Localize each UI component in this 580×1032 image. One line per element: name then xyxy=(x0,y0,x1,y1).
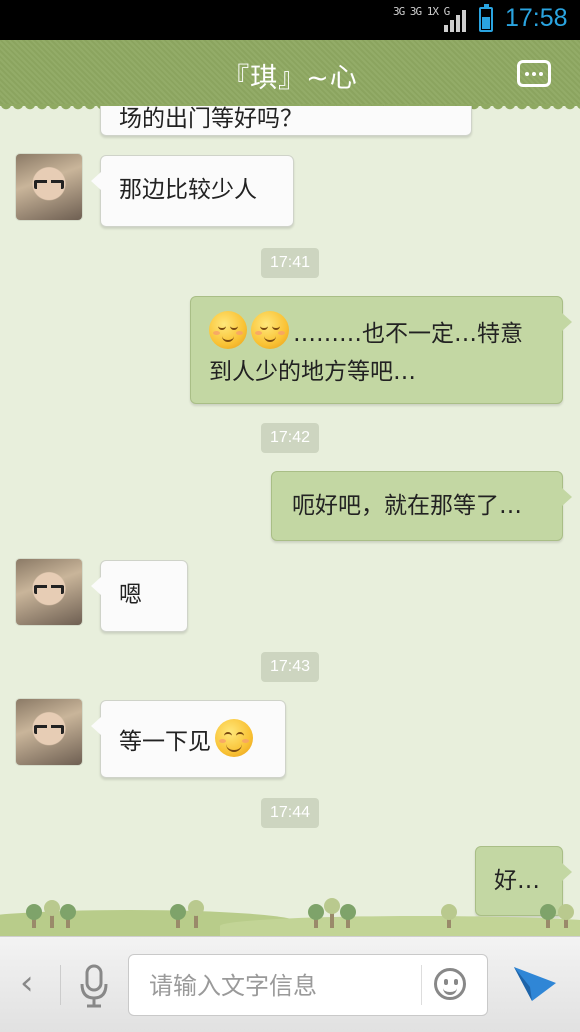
background-scenery xyxy=(0,890,580,936)
relieved-emoji xyxy=(209,311,247,349)
status-bar: 3G 3G 1X G 17:58 xyxy=(0,0,580,40)
divider xyxy=(421,965,422,1005)
divider xyxy=(60,965,61,1005)
message-text: 等一下见 xyxy=(119,729,211,755)
battery-icon xyxy=(479,4,493,32)
incoming-message-bubble[interactable]: 那边比较少人 xyxy=(91,155,294,227)
timestamp: 17:44 xyxy=(261,798,319,828)
message-text: 呃好吧，就在那等了… xyxy=(292,493,522,519)
outgoing-message-bubble[interactable]: 呃好吧，就在那等了… xyxy=(271,471,572,541)
chat-area[interactable]: 场的出门等好吗？ 那边比较少人 17:41 ………也不一定…特意 到人少的地方等… xyxy=(0,106,580,936)
microphone-icon[interactable] xyxy=(79,964,109,1008)
contact-avatar[interactable] xyxy=(16,699,82,765)
smiley-icon[interactable] xyxy=(434,968,466,1000)
send-arrow-icon[interactable] xyxy=(512,963,558,1005)
contact-name: 『琪』~心 xyxy=(222,63,358,94)
outgoing-message-bubble[interactable]: ………也不一定…特意 到人少的地方等吧… xyxy=(190,296,572,404)
smile-emoji xyxy=(215,719,253,757)
timestamp: 17:42 xyxy=(261,423,319,453)
contact-avatar[interactable] xyxy=(16,154,82,220)
message-text: 场的出门等好吗？ xyxy=(119,106,303,132)
message-input-bar: ‹ xyxy=(0,936,580,1032)
timestamp: 17:43 xyxy=(261,652,319,682)
contact-avatar[interactable] xyxy=(16,559,82,625)
incoming-message-bubble[interactable]: 嗯 xyxy=(91,560,188,632)
message-text-line1: ………也不一定…特意 xyxy=(293,321,523,347)
chevron-left-icon[interactable]: ‹ xyxy=(20,963,34,1003)
incoming-message-bubble[interactable]: 场的出门等好吗？ xyxy=(100,106,472,136)
message-text: 嗯 xyxy=(119,582,142,608)
status-clock: 17:58 xyxy=(505,4,568,32)
signal-strength-icon xyxy=(444,10,466,32)
chat-header: 『琪』~心 xyxy=(0,40,580,112)
message-input-field[interactable] xyxy=(128,954,488,1016)
network-type-indicator: 3G 3G 1X G xyxy=(393,5,450,18)
relieved-emoji xyxy=(251,311,289,349)
message-text: 那边比较少人 xyxy=(119,177,257,203)
more-dots-icon[interactable] xyxy=(517,60,551,87)
incoming-message-bubble[interactable]: 等一下见 xyxy=(91,700,286,778)
message-input[interactable] xyxy=(147,969,421,1003)
timestamp: 17:41 xyxy=(261,248,319,278)
message-text-line2: 到人少的地方等吧… xyxy=(209,359,416,385)
